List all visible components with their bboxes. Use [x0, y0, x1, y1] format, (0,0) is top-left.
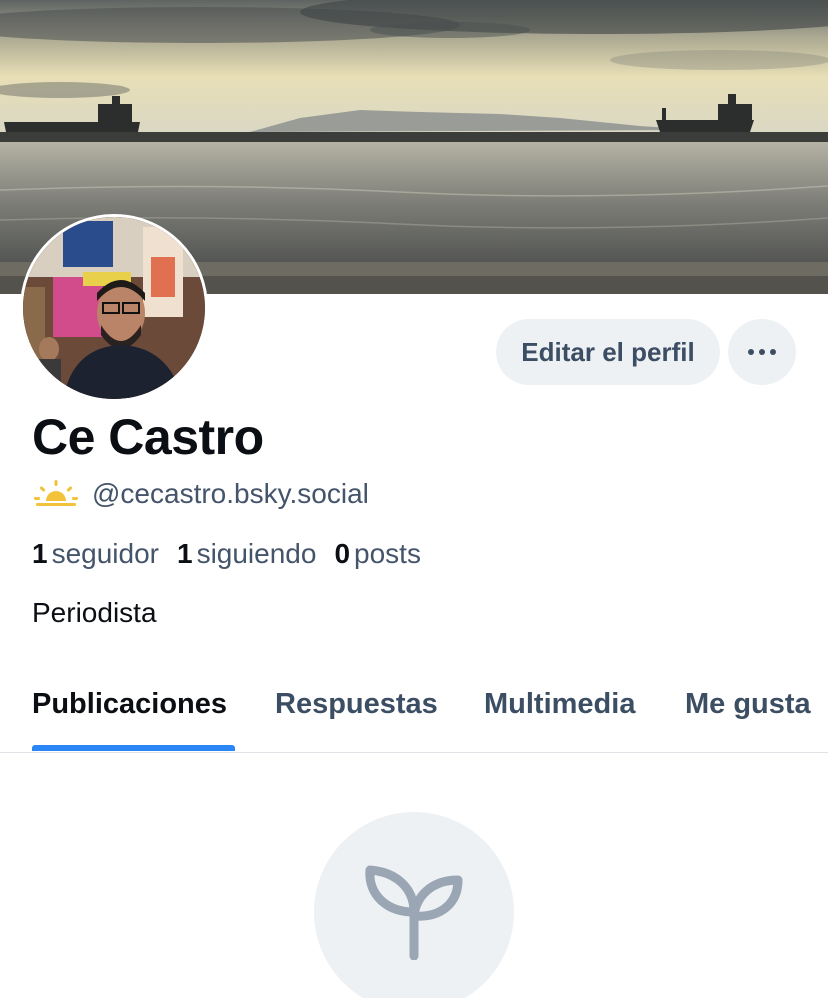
following-stat[interactable]: 1 siguiendo: [177, 538, 316, 570]
empty-state-illustration: [314, 812, 514, 998]
tab-me-gusta[interactable]: Me gusta: [685, 688, 811, 721]
avatar[interactable]: [20, 214, 208, 402]
more-options-button[interactable]: [728, 319, 796, 385]
bio: Periodista: [32, 597, 157, 628]
profile-stats: 1 seguidor 1 siguiendo 0 posts: [32, 534, 439, 574]
tab-multimedia[interactable]: Multimedia: [484, 688, 635, 721]
tab-publicaciones[interactable]: Publicaciones: [32, 688, 227, 721]
edit-profile-button[interactable]: Editar el perfil: [496, 319, 720, 385]
more-horizontal-icon-dot: [759, 349, 765, 355]
following-label: siguiendo: [196, 538, 317, 569]
followers-count: 1: [32, 538, 48, 569]
tab-respuestas[interactable]: Respuestas: [275, 688, 438, 721]
sunrise-icon: [34, 480, 78, 506]
posts-count: 0: [334, 538, 351, 569]
sprout-icon: [365, 865, 463, 960]
active-tab-indicator: [32, 745, 235, 751]
handle-row: @cecastro.bsky.social: [34, 474, 369, 514]
profile-tabs: Publicaciones Respuestas Multimedia Me g…: [0, 680, 828, 753]
following-count: 1: [176, 538, 193, 569]
more-horizontal-icon: [748, 349, 754, 355]
handle[interactable]: @cecastro.bsky.social: [92, 478, 369, 510]
followers-stat[interactable]: 1 seguidor: [32, 538, 159, 570]
posts-stat: 0 posts: [334, 538, 421, 570]
more-horizontal-icon-dot: [770, 349, 776, 355]
followers-label: seguidor: [51, 538, 159, 569]
posts-label: posts: [354, 538, 421, 569]
display-name: Ce Castro: [32, 409, 264, 465]
